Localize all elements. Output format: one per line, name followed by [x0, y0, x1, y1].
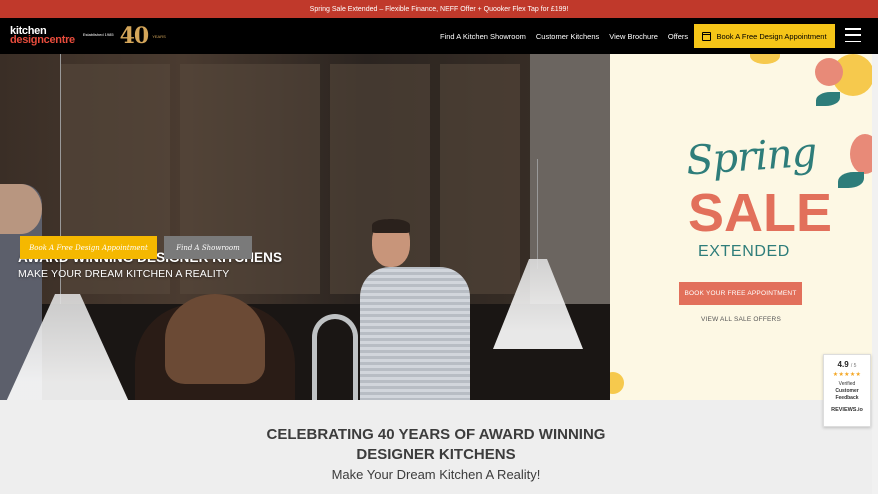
site-header: kitchen designcentre Established 1985 40… [0, 18, 878, 54]
sale-big-word: SALE [688, 183, 833, 243]
hero-book-appointment-button[interactable]: Book A Free Design Appointment [20, 236, 157, 259]
logo-line-2: designcentre [10, 34, 75, 46]
nav-offers[interactable]: Offers [668, 32, 688, 41]
sale-book-appointment-button[interactable]: BOOK YOUR FREE APPOINTMENT [679, 282, 802, 305]
reviews-score: 4.9 / 5 [824, 360, 870, 369]
person-woman [135, 294, 295, 400]
leaf-decoration [838, 172, 864, 188]
leaf-decoration [816, 92, 840, 106]
menu-icon-bar [845, 40, 861, 42]
flower-decoration [610, 372, 624, 394]
promo-bar[interactable]: Spring Sale Extended – Flexible Finance,… [0, 0, 878, 18]
logo-wordmark: kitchen designcentre [10, 26, 75, 46]
intro-title: CELEBRATING 40 YEARS OF AWARD WINNING DE… [0, 425, 872, 465]
reviews-verified-line: Customer [835, 388, 859, 394]
reviews-verified-line: Verified [838, 381, 856, 387]
reviews-score-max: / 5 [850, 363, 857, 369]
nav-customer-kitchens[interactable]: Customer Kitchens [536, 32, 599, 41]
sale-view-offers-link[interactable]: VIEW ALL SALE OFFERS [610, 316, 872, 323]
reviews-score-value: 4.9 [837, 360, 849, 369]
promo-text[interactable]: Spring Sale Extended – Flexible Finance,… [310, 6, 569, 13]
reviews-brand-logo: REVIEWS.io [831, 407, 863, 413]
person-man-hair [372, 219, 410, 233]
calendar-icon [702, 31, 712, 41]
reviews-verified-line: Feedback [835, 395, 859, 401]
spring-sale-banner[interactable]: Spring SALE EXTENDED BOOK YOUR FREE APPO… [610, 54, 872, 400]
kitchen-tap [312, 314, 358, 400]
reviews-widget[interactable]: 4.9 / 5 ★★★★★ Verified Customer Feedback… [823, 354, 871, 427]
star-rating-icon: ★★★★★ [832, 372, 862, 378]
flower-decoration [850, 134, 872, 174]
menu-icon-bar [845, 28, 861, 30]
menu-icon-bar [845, 34, 861, 36]
book-appointment-label: Book A Free Design Appointment [716, 31, 827, 41]
site-logo[interactable]: kitchen designcentre Established 1985 40… [10, 23, 166, 49]
nav-find-showroom[interactable]: Find A Kitchen Showroom [440, 32, 526, 41]
hero-find-showroom-button[interactable]: Find A Showroom [164, 236, 252, 259]
page-scrollbar[interactable] [872, 54, 878, 494]
pendant-cord [537, 159, 538, 269]
intro-title-line-1: CELEBRATING 40 YEARS OF AWARD WINNING [266, 426, 606, 443]
intro-subtitle: Make Your Dream Kitchen A Reality! [331, 467, 541, 482]
nav-view-brochure[interactable]: View Brochure [609, 32, 658, 41]
person-left-head [0, 184, 42, 234]
hero-subtitle: MAKE YOUR DREAM KITCHEN A REALITY [18, 268, 230, 280]
flower-decoration [815, 58, 843, 86]
person-man [355, 219, 475, 400]
menu-icon[interactable] [845, 28, 861, 42]
person-man-shirt [360, 267, 470, 400]
sale-extended: EXTENDED [698, 243, 790, 260]
sale-script-word: Spring [684, 129, 818, 185]
intro-section: CELEBRATING 40 YEARS OF AWARD WINNING DE… [0, 400, 872, 494]
logo-years: YEARS [152, 33, 166, 39]
reviews-verified-text: Verified Customer Feedback [824, 381, 870, 402]
person-woman-hair [165, 294, 265, 384]
logo-established: Established 1985 [82, 32, 114, 37]
intro-title-line-2: DESIGNER KITCHENS [356, 446, 516, 463]
hero-banner: AWARD WINNING DESIGNER KITCHENS MAKE YOU… [0, 54, 610, 400]
logo-anniversary-number: 40 [119, 23, 150, 49]
book-appointment-button[interactable]: Book A Free Design Appointment [694, 24, 835, 48]
flower-decoration [750, 54, 780, 64]
main-nav: Find A Kitchen Showroom Customer Kitchen… [440, 18, 698, 54]
